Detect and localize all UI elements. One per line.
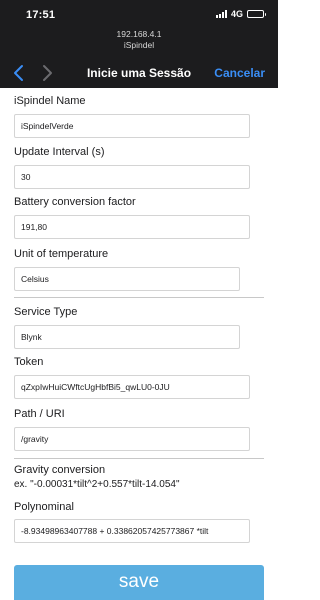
temp-unit-select[interactable]	[14, 267, 240, 291]
status-indicators: 4G	[215, 9, 266, 19]
path-field[interactable]	[14, 427, 250, 451]
name-label: iSpindel Name	[14, 95, 86, 107]
save-button[interactable]: save	[14, 565, 264, 600]
divider	[14, 458, 264, 459]
path-label: Path / URI	[14, 408, 65, 420]
network-type: 4G	[230, 9, 243, 19]
polynomial-label: Polynominal	[14, 501, 74, 513]
token-label: Token	[14, 356, 44, 368]
temp-unit-label: Unit of temperature	[14, 248, 109, 260]
gravity-example: ex. "-0.00031*tilt^2+0.557*tilt-14.054"	[14, 479, 180, 490]
divider	[14, 297, 264, 298]
token-field[interactable]	[14, 375, 250, 399]
browser-chrome: 17:51 4G 192.168.4.1 iSpindel Inicie uma…	[0, 0, 278, 88]
update-interval-field[interactable]	[14, 165, 250, 189]
cancel-button[interactable]: Cancelar	[214, 66, 265, 80]
status-time: 17:51	[26, 9, 56, 21]
signal-icon	[215, 10, 227, 18]
update-interval-label: Update Interval (s)	[14, 146, 105, 158]
service-type-select[interactable]	[14, 325, 240, 349]
service-type-label: Service Type	[14, 306, 78, 318]
nav-bar: Inicie uma Sessão Cancelar	[0, 60, 278, 86]
status-bar: 17:51 4G	[0, 0, 278, 26]
battery-factor-label: Battery conversion factor	[14, 196, 136, 208]
name-field[interactable]	[14, 114, 250, 138]
battery-factor-field[interactable]	[14, 215, 250, 239]
battery-icon	[247, 10, 266, 18]
address-bar[interactable]: 192.168.4.1 iSpindel	[0, 29, 278, 51]
url-text: 192.168.4.1	[116, 29, 162, 39]
site-name: iSpindel	[123, 40, 155, 50]
polynomial-field[interactable]	[14, 519, 250, 543]
gravity-label: Gravity conversion	[14, 464, 106, 476]
